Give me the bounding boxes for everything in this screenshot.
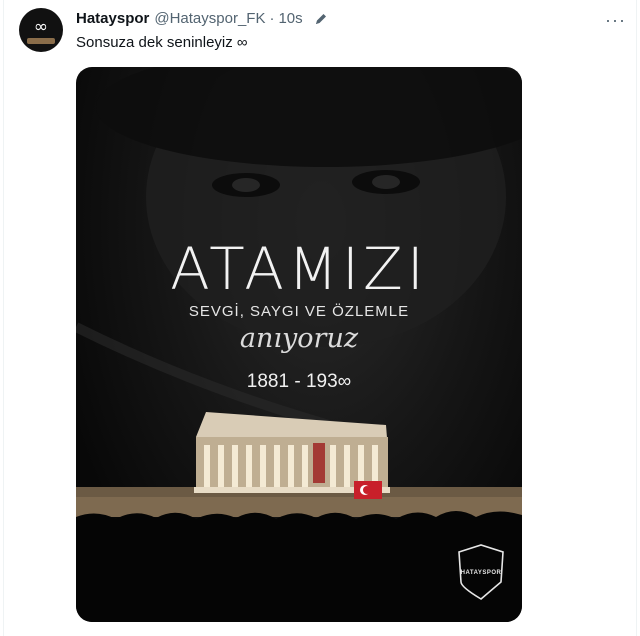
tweet-media-image[interactable]: ATAMIZI SEVGİ, SAYGI VE ÖZLEMLE anıyoruz…: [76, 67, 522, 622]
tweet-text: Sonsuza dek seninleyiz ∞: [76, 34, 248, 51]
avatar[interactable]: ∞: [19, 8, 63, 52]
separator-dot: ·: [269, 10, 275, 27]
poster-subtitle: SEVGİ, SAYGI VE ÖZLEMLE: [188, 303, 410, 320]
tweet-header: Hatayspor @Hatayspor_FK · 10s: [76, 10, 329, 27]
poster-title: ATAMIZI: [170, 235, 428, 303]
frame-left-border: [3, 0, 4, 636]
more-icon[interactable]: ···: [605, 10, 626, 31]
avatar-monument-band: [27, 38, 55, 44]
pencil-icon[interactable]: [313, 11, 329, 27]
poster-script-text: anıyoruz: [239, 323, 359, 354]
frame-right-border: [636, 0, 637, 636]
author-handle[interactable]: @Hatayspor_FK: [154, 10, 265, 27]
club-crest-icon: HATAYSPOR: [460, 570, 502, 576]
tweet-time[interactable]: 10s: [278, 10, 302, 27]
poster-years: 1881 - 193∞: [246, 371, 352, 392]
infinity-icon: ∞: [33, 17, 49, 37]
author-name[interactable]: Hatayspor: [76, 10, 149, 27]
